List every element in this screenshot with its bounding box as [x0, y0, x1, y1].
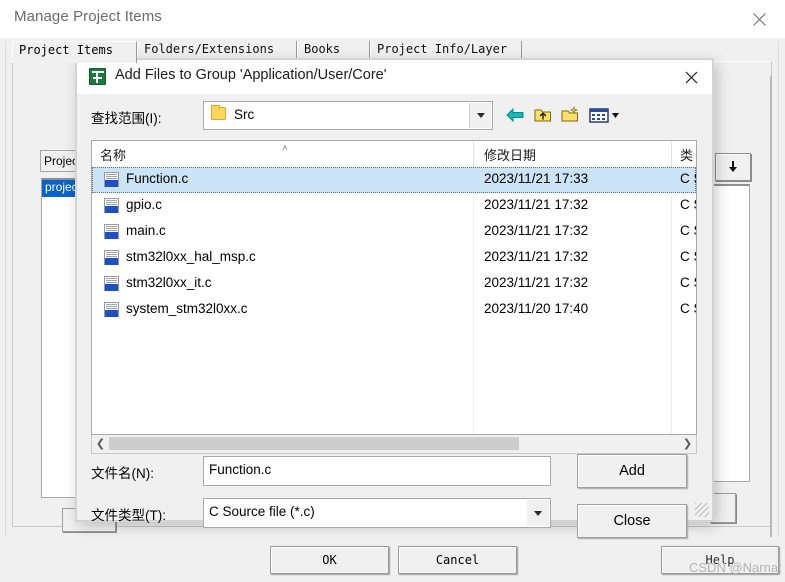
- table-row[interactable]: c system_stm32l0xx.c 2023/11/20 17:40 C …: [92, 297, 696, 323]
- tabstrip: Project Items Folders/Extensions Books P…: [12, 41, 772, 63]
- column-label: 名称: [100, 148, 127, 163]
- tab-label: Project Info/Layer: [377, 42, 508, 56]
- table-row[interactable]: c Function.c 2023/11/21 17:33 C S: [92, 167, 696, 193]
- c-source-file-icon: c: [104, 172, 119, 187]
- new-folder-button[interactable]: [560, 105, 582, 125]
- lookin-dropdown-button[interactable]: [469, 103, 491, 128]
- resize-grip[interactable]: [695, 503, 709, 517]
- c-source-file-icon: c: [104, 302, 119, 317]
- file-date: 2023/11/21 17:33: [484, 171, 589, 186]
- table-row[interactable]: c main.c 2023/11/21 17:32 C S: [92, 219, 696, 245]
- dialog-title: Add Files to Group 'Application/User/Cor…: [115, 67, 387, 83]
- window-title: Manage Project Items: [14, 8, 162, 25]
- lookin-label: 查找范围(I):: [91, 111, 162, 126]
- folder-icon: [211, 105, 226, 120]
- tab-label: Folders/Extensions: [144, 42, 275, 56]
- window-close-icon[interactable]: [745, 6, 773, 32]
- file-type: C S: [680, 301, 696, 316]
- chevron-down-icon: [534, 510, 542, 516]
- views-button[interactable]: [588, 105, 622, 125]
- table-row[interactable]: c gpio.c 2023/11/21 17:32 C S: [92, 193, 696, 219]
- column-header-type[interactable]: 类: [672, 141, 696, 167]
- file-list[interactable]: 名称 ˄ 修改日期 类 c Function.c 2023/11/21 17:3…: [91, 140, 697, 435]
- filetype-label: 文件类型(T):: [91, 508, 166, 523]
- c-source-file-icon: c: [104, 198, 119, 213]
- file-type: C S: [680, 275, 696, 290]
- window-titlebar: Manage Project Items: [0, 0, 785, 39]
- add-files-dialog: Add Files to Group 'Application/User/Cor…: [76, 59, 713, 538]
- tab-books[interactable]: Books: [297, 41, 370, 61]
- column-label: 类: [680, 148, 694, 163]
- chevron-right-icon[interactable]: ❯: [679, 435, 696, 452]
- filetype-dropdown-button[interactable]: [527, 500, 549, 526]
- file-date: 2023/11/21 17:32: [484, 223, 589, 238]
- lookin-combobox[interactable]: Src: [203, 101, 493, 130]
- c-source-file-icon: c: [104, 250, 119, 265]
- move-down-button[interactable]: [715, 153, 751, 181]
- file-type: C S: [680, 249, 696, 264]
- views-icon: [589, 108, 619, 123]
- window-footer: OK Cancel Help: [0, 537, 785, 582]
- file-date: 2023/11/21 17:32: [484, 275, 589, 290]
- file-date: 2023/11/20 17:40: [484, 301, 589, 316]
- c-source-file-icon: c: [104, 224, 119, 239]
- tab-label: Project Items: [19, 43, 113, 57]
- file-name: Function.c: [126, 171, 189, 186]
- column-header-name[interactable]: 名称 ˄: [92, 141, 474, 167]
- file-name: system_stm32l0xx.c: [126, 301, 248, 316]
- c-source-file-icon: c: [104, 276, 119, 291]
- chevron-left-icon[interactable]: ❮: [92, 435, 109, 452]
- cancel-button[interactable]: Cancel: [398, 546, 517, 574]
- tab-project-items[interactable]: Project Items: [12, 41, 137, 63]
- filename-input[interactable]: Function.c: [203, 456, 551, 486]
- column-label: 修改日期: [484, 148, 537, 163]
- filename-label: 文件名(N):: [91, 466, 154, 481]
- horizontal-scrollbar[interactable]: ❮ ❯: [91, 435, 697, 454]
- file-type: C S: [680, 223, 696, 238]
- file-name: main.c: [126, 223, 166, 238]
- file-date: 2023/11/21 17:32: [484, 197, 589, 212]
- up-folder-icon: [534, 109, 551, 122]
- file-list-rows: c Function.c 2023/11/21 17:33 C S c gpio…: [92, 167, 696, 434]
- files-pane[interactable]: [712, 184, 750, 482]
- close-button[interactable]: Close: [577, 504, 687, 538]
- file-name: gpio.c: [126, 197, 163, 212]
- scrollbar-thumb[interactable]: [109, 437, 519, 450]
- uvision-icon: [89, 68, 106, 85]
- tab-project-info-layer[interactable]: Project Info/Layer: [370, 41, 522, 61]
- window-edge: [770, 76, 772, 576]
- file-type: C S: [680, 171, 696, 186]
- add-button[interactable]: Add: [577, 454, 687, 488]
- file-type: C S: [680, 197, 696, 212]
- back-icon: [506, 107, 524, 123]
- lookin-value: Src: [234, 107, 255, 122]
- file-name: stm32l0xx_it.c: [126, 275, 212, 290]
- ok-button[interactable]: OK: [270, 546, 389, 574]
- app-root: Manage Project Items Project Items Folde…: [0, 0, 785, 582]
- table-row[interactable]: c stm32l0xx_it.c 2023/11/21 17:32 C S: [92, 271, 696, 297]
- dialog-close-icon[interactable]: [678, 66, 704, 88]
- file-name: stm32l0xx_hal_msp.c: [126, 249, 256, 264]
- filetype-value: C Source file (*.c): [209, 504, 315, 519]
- table-row[interactable]: c stm32l0xx_hal_msp.c 2023/11/21 17:32 C…: [92, 245, 696, 271]
- up-one-level-button[interactable]: [532, 105, 554, 125]
- tab-label: Books: [304, 42, 341, 56]
- column-header-date[interactable]: 修改日期: [474, 141, 672, 167]
- new-folder-icon: [561, 106, 578, 122]
- file-list-header: 名称 ˄ 修改日期 类: [92, 141, 696, 168]
- back-button[interactable]: [504, 105, 526, 125]
- files-pane-button[interactable]: [710, 493, 736, 523]
- sort-ascending-icon: ˄: [282, 143, 288, 154]
- filetype-combobox[interactable]: C Source file (*.c): [203, 498, 551, 528]
- tab-folders-extensions[interactable]: Folders/Extensions: [137, 41, 297, 61]
- dialog-body: 查找范围(I): Src 名称 ˄ 修改日期 类 c Function.c 20…: [77, 94, 712, 538]
- arrow-down-icon: [729, 161, 737, 172]
- chevron-down-icon: [476, 113, 485, 118]
- file-date: 2023/11/21 17:32: [484, 249, 589, 264]
- dialog-titlebar: Add Files to Group 'Application/User/Cor…: [77, 60, 712, 94]
- help-button[interactable]: Help: [661, 546, 779, 574]
